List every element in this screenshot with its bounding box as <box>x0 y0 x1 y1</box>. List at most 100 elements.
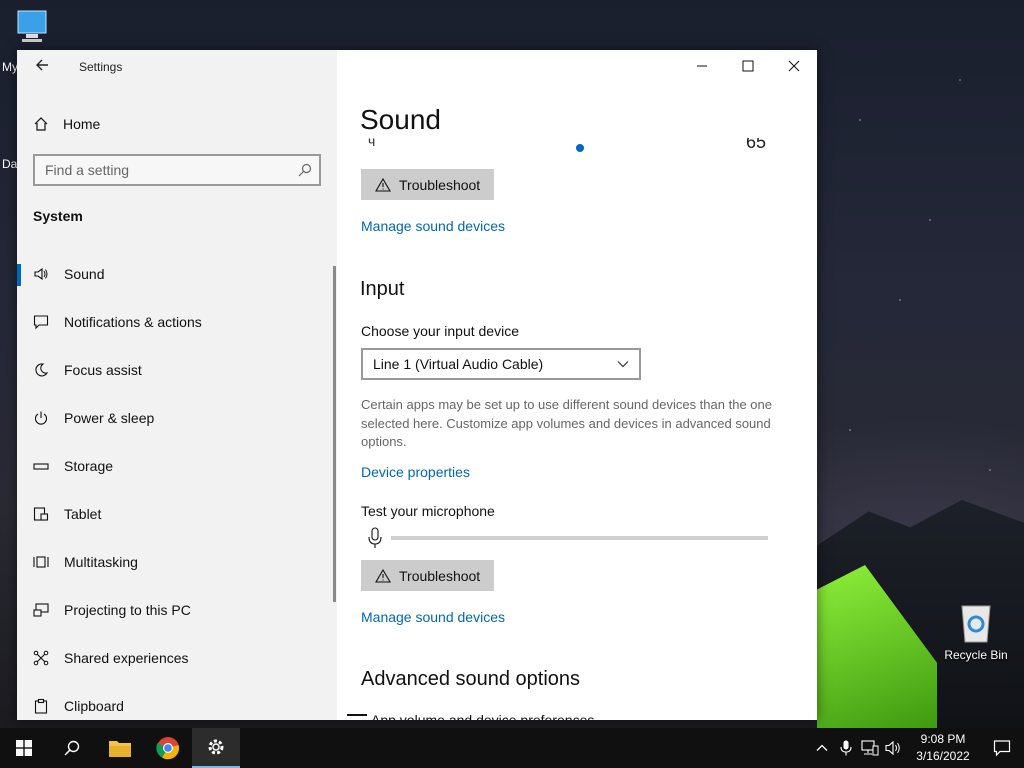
monitor-icon <box>17 10 47 42</box>
tablet-icon <box>33 506 49 522</box>
moon-icon <box>33 362 49 378</box>
nav-list: Sound Notifications & actions Focus assi… <box>17 250 333 720</box>
input-manage-devices-link[interactable]: Manage sound devices <box>361 609 505 625</box>
volume-speaker-icon: ч <box>368 138 376 149</box>
clock-time: 9:08 PM <box>920 732 966 746</box>
recycle-bin-icon <box>961 605 991 643</box>
this-pc-desktop-icon[interactable] <box>0 8 60 52</box>
output-troubleshoot-button[interactable]: Troubleshoot <box>361 169 495 200</box>
gear-icon <box>208 739 224 755</box>
volume-slider-thumb[interactable] <box>576 144 584 152</box>
warning-icon <box>375 568 391 583</box>
page-title: Sound <box>360 104 441 135</box>
file-explorer-button[interactable] <box>96 728 144 768</box>
choose-input-label: Choose your input device <box>361 323 519 339</box>
settings-taskbar-button[interactable] <box>192 728 240 768</box>
sidebar-item-power-sleep[interactable]: Power & sleep <box>17 394 333 442</box>
minimize-button[interactable] <box>679 50 725 82</box>
message-icon <box>33 314 49 330</box>
output-manage-devices-link[interactable]: Manage sound devices <box>361 218 505 234</box>
sidebar-item-sound[interactable]: Sound <box>17 250 333 298</box>
action-center-button[interactable] <box>980 728 1024 768</box>
sidebar-item-label: Tablet <box>64 506 102 522</box>
clipboard-icon <box>33 698 49 714</box>
volume-value: 65 <box>746 138 767 152</box>
mic-test-meter <box>361 527 771 549</box>
sidebar-item-notifications[interactable]: Notifications & actions <box>17 298 333 346</box>
speaker-icon <box>885 740 900 756</box>
search-icon <box>298 163 312 177</box>
shared-icon <box>33 650 49 666</box>
troubleshoot-label: Troubleshoot <box>399 567 481 584</box>
sidebar-item-tablet[interactable]: Tablet <box>17 490 333 538</box>
home-icon <box>34 117 48 131</box>
this-pc-label: My <box>2 60 18 74</box>
chevron-up-icon <box>816 744 828 751</box>
windows-logo-icon <box>16 740 32 756</box>
output-volume-row-partial: ч 65 <box>360 138 780 152</box>
maximize-button[interactable] <box>725 50 771 82</box>
volume-tray-button[interactable] <box>882 728 906 768</box>
maximize-icon <box>742 60 754 72</box>
troubleshoot-label: Troubleshoot <box>399 176 481 193</box>
device-properties-link[interactable]: Device properties <box>361 464 470 480</box>
sound-settings-page: Sound ч 65 Troubleshoot Manage sound dev… <box>337 50 817 720</box>
system-tray: 9:08 PM 3/16/2022 <box>810 728 1024 768</box>
sidebar-item-projecting[interactable]: Projecting to this PC <box>17 586 333 634</box>
sidebar-scrollbar[interactable] <box>333 266 336 602</box>
speaker-icon <box>33 266 49 282</box>
multitasking-icon <box>33 554 49 570</box>
taskbar-clock[interactable]: 9:08 PM 3/16/2022 <box>906 731 980 765</box>
settings-sidebar: Settings Home System Sound Notifications… <box>17 50 337 720</box>
search-input[interactable] <box>35 156 285 184</box>
search-icon <box>64 740 80 756</box>
network-icon <box>861 740 879 756</box>
notification-icon <box>993 740 1011 757</box>
storage-icon <box>33 458 49 474</box>
app-volume-preferences-item[interactable]: App volume and device preferences <box>371 712 594 720</box>
sidebar-item-multitasking[interactable]: Multitasking <box>17 538 333 586</box>
folder-icon <box>109 741 131 757</box>
sidebar-item-label: Multitasking <box>64 554 138 570</box>
nav-home[interactable]: Home <box>33 114 333 134</box>
close-icon <box>788 60 800 72</box>
back-arrow-icon <box>36 59 48 71</box>
input-troubleshoot-button[interactable]: Troubleshoot <box>361 560 495 591</box>
input-heading: Input <box>360 278 405 300</box>
projector-icon <box>33 602 49 618</box>
chrome-button[interactable] <box>144 728 192 768</box>
sidebar-item-label: Storage <box>64 458 114 474</box>
close-button[interactable] <box>771 50 817 82</box>
show-hidden-icons-button[interactable] <box>810 728 834 768</box>
search-button[interactable] <box>48 728 96 768</box>
advanced-sound-heading: Advanced sound options <box>361 668 581 690</box>
window-controls <box>679 50 817 82</box>
start-button[interactable] <box>0 728 48 768</box>
app-title: Settings <box>79 60 123 74</box>
taskbar: 9:08 PM 3/16/2022 <box>0 728 1024 768</box>
sidebar-item-shared-experiences[interactable]: Shared experiences <box>17 634 333 682</box>
sidebar-item-label: Clipboard <box>64 698 124 714</box>
sidebar-item-label: Power & sleep <box>64 410 155 426</box>
search-box[interactable] <box>33 154 321 186</box>
sidebar-item-label: Shared experiences <box>64 650 189 666</box>
sidebar-item-label: Notifications & actions <box>64 314 202 330</box>
power-icon <box>33 410 49 426</box>
recycle-bin-label: Recycle Bin <box>944 648 1008 662</box>
input-device-select[interactable]: Line 1 (Virtual Audio Cable) <box>361 348 641 380</box>
chrome-icon <box>156 737 180 760</box>
clock-date: 3/16/2022 <box>916 749 970 763</box>
sidebar-item-clipboard[interactable]: Clipboard <box>17 682 333 720</box>
sidebar-item-focus-assist[interactable]: Focus assist <box>17 346 333 394</box>
chevron-down-icon <box>617 361 629 368</box>
test-mic-label: Test your microphone <box>361 503 495 519</box>
microphone-tray-button[interactable] <box>834 728 858 768</box>
sidebar-item-storage[interactable]: Storage <box>17 442 333 490</box>
sidebar-item-label: Projecting to this PC <box>64 602 191 618</box>
network-tray-button[interactable] <box>858 728 882 768</box>
microphone-icon <box>368 527 382 548</box>
input-description: Certain apps may be set up to use differ… <box>361 397 772 449</box>
back-button[interactable] <box>31 56 53 78</box>
recycle-bin-desktop-icon[interactable]: Recycle Bin <box>940 600 1012 662</box>
input-device-value: Line 1 (Virtual Audio Cable) <box>373 356 544 372</box>
